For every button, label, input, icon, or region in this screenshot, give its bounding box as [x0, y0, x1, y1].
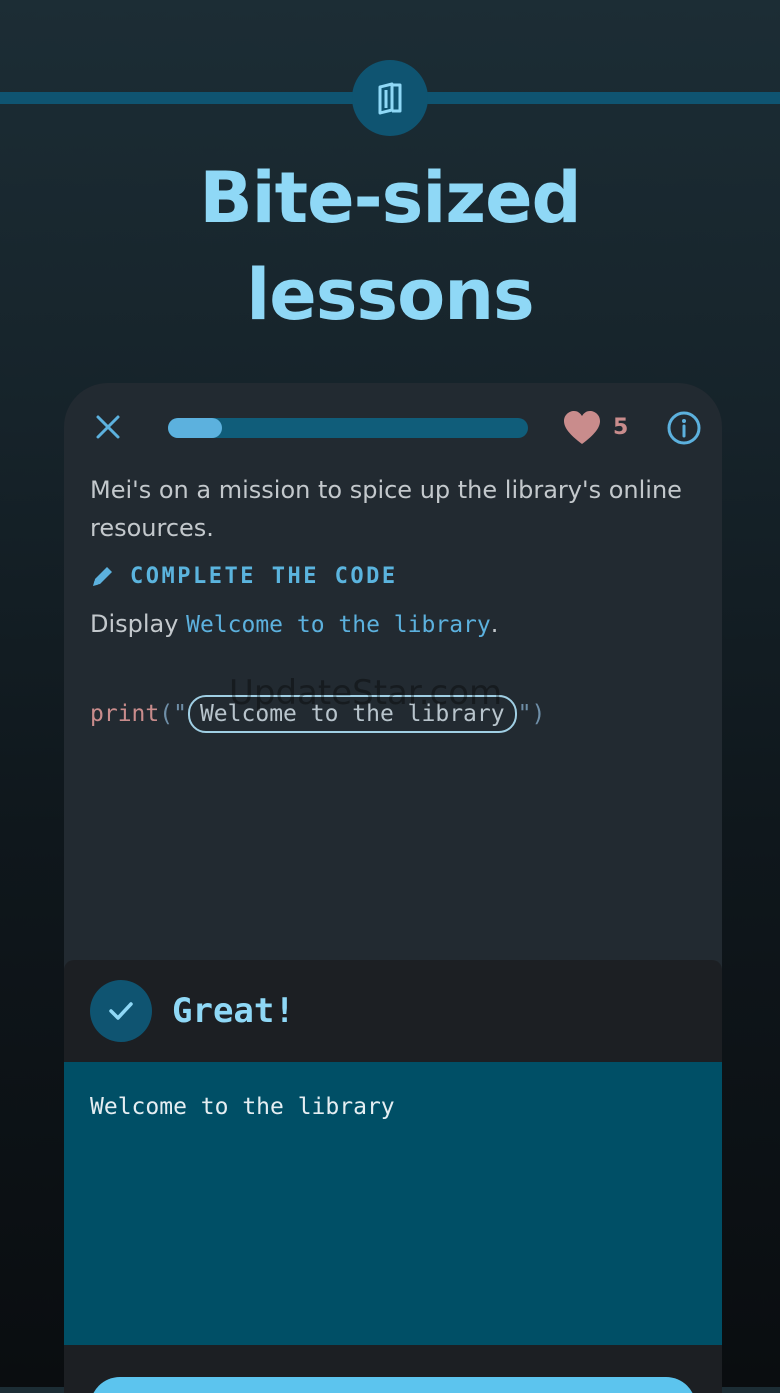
lesson-narrative: Mei's on a mission to spice up the libra…: [90, 476, 682, 542]
pencil-icon: [93, 567, 112, 586]
instruction-code: Welcome to the library: [186, 612, 491, 638]
headline-line-1: Bite-sized: [199, 157, 581, 239]
code-function: print: [90, 701, 160, 727]
book-icon: [378, 82, 402, 115]
section-label-text: COMPLETE THE CODE: [130, 563, 398, 589]
instruction-suffix: .: [490, 610, 499, 638]
close-icon: [96, 415, 120, 439]
feedback-title: Great!: [172, 991, 295, 1031]
lesson-card: 5 Mei's on a mission to spice up the lib…: [64, 383, 722, 1393]
page-headline: Bite-sized lessons: [0, 150, 780, 344]
section-label: COMPLETE THE CODE: [90, 563, 398, 589]
checkmark-icon: [109, 1002, 133, 1020]
heart-icon: [564, 411, 600, 444]
instruction-text: Display Welcome to the library.: [90, 605, 498, 644]
info-button[interactable]: [664, 408, 704, 448]
continue-button[interactable]: [90, 1377, 696, 1393]
lesson-progress-bar: [168, 418, 528, 438]
instruction-prefix: Display: [90, 610, 187, 638]
code-close: "): [517, 701, 546, 727]
check-badge: [90, 980, 152, 1042]
output-text: Welcome to the library: [90, 1094, 395, 1120]
headline-line-2: lessons: [246, 254, 534, 336]
close-button[interactable]: [90, 409, 126, 445]
code-answer-slot[interactable]: Welcome to the library: [187, 695, 517, 733]
code-editor-line: print (" Welcome to the library "): [90, 693, 545, 735]
lesson-progress-fill: [168, 418, 222, 438]
lives-count: 5: [613, 415, 629, 440]
output-panel: Welcome to the library: [64, 1062, 722, 1345]
book-badge: [352, 60, 428, 136]
feedback-banner: Great!: [64, 960, 722, 1062]
info-icon: [667, 411, 701, 445]
code-open: (": [159, 701, 187, 727]
bottom-bar: [64, 1345, 722, 1393]
